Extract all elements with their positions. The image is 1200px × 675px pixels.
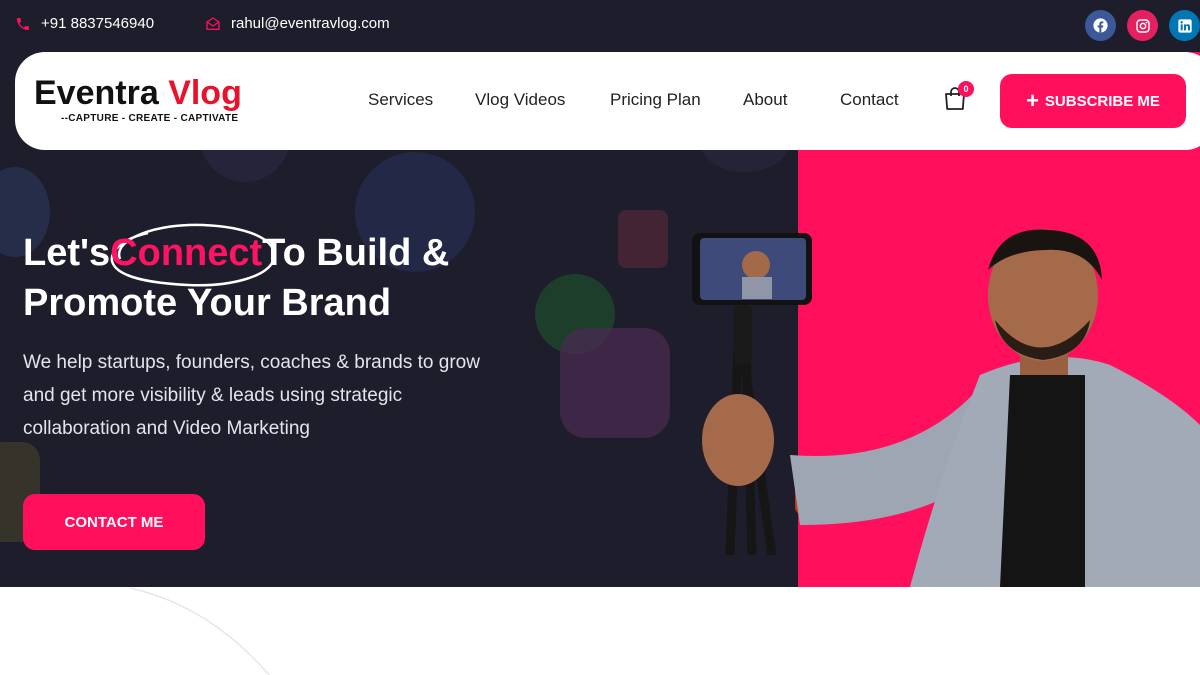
contact-me-button[interactable]: CONTACT ME [23,494,205,550]
email-contact[interactable]: rahul@eventravlog.com [205,15,390,32]
site-logo[interactable]: Eventra Vlog [34,74,242,113]
nav-about[interactable]: About [743,90,787,110]
subscribe-button[interactable]: + SUBSCRIBE ME [1000,74,1186,128]
vlogger-photo [692,229,1200,587]
page: +91 8837546940 rahul@eventravlog.com Eve… [0,0,1200,675]
logo-tagline: --CAPTURE - CREATE - CAPTIVATE [61,113,239,124]
logo-word-vlog: Vlog [168,74,242,112]
nav-services[interactable]: Services [368,90,433,110]
headline-pre: Let's [23,232,111,274]
nav-contact[interactable]: Contact [840,90,899,110]
linkedin-icon [1177,18,1192,33]
nav-vlog-videos[interactable]: Vlog Videos [475,90,565,110]
hero-headline: Let'sConnectTo Build & Promote Your Bran… [23,228,449,328]
linkedin-link[interactable] [1169,10,1200,41]
facebook-icon [1093,18,1108,33]
cart-count-badge: 0 [958,81,974,97]
instagram-icon [1135,18,1150,33]
headline-post: To Build & [262,232,450,274]
email-address: rahul@eventravlog.com [231,15,390,32]
app-tile-bg [618,210,668,268]
decorative-curve [130,587,271,675]
plus-icon: + [1026,88,1039,113]
instagram-tile-bg [560,328,670,438]
envelope-icon [206,16,220,30]
top-info-bar: +91 8837546940 rahul@eventravlog.com [0,0,1200,52]
phone-number: +91 8837546940 [41,15,155,32]
phone-icon [17,17,29,30]
instagram-link[interactable] [1127,10,1158,41]
hero-subtext: We help startups, founders, coaches & br… [23,352,480,439]
headline-line-1: Let'sConnectTo Build & [23,228,449,278]
headline-highlight: Connect [110,232,263,274]
headline-line-2: Promote Your Brand [23,282,392,324]
subscribe-label: SUBSCRIBE ME [1044,92,1160,110]
nav-pricing-plan[interactable]: Pricing Plan [610,90,701,110]
phone-contact[interactable]: +91 8837546940 [15,15,154,32]
facebook-link[interactable] [1085,10,1116,41]
logo-word-eventra: Eventra [34,74,159,112]
